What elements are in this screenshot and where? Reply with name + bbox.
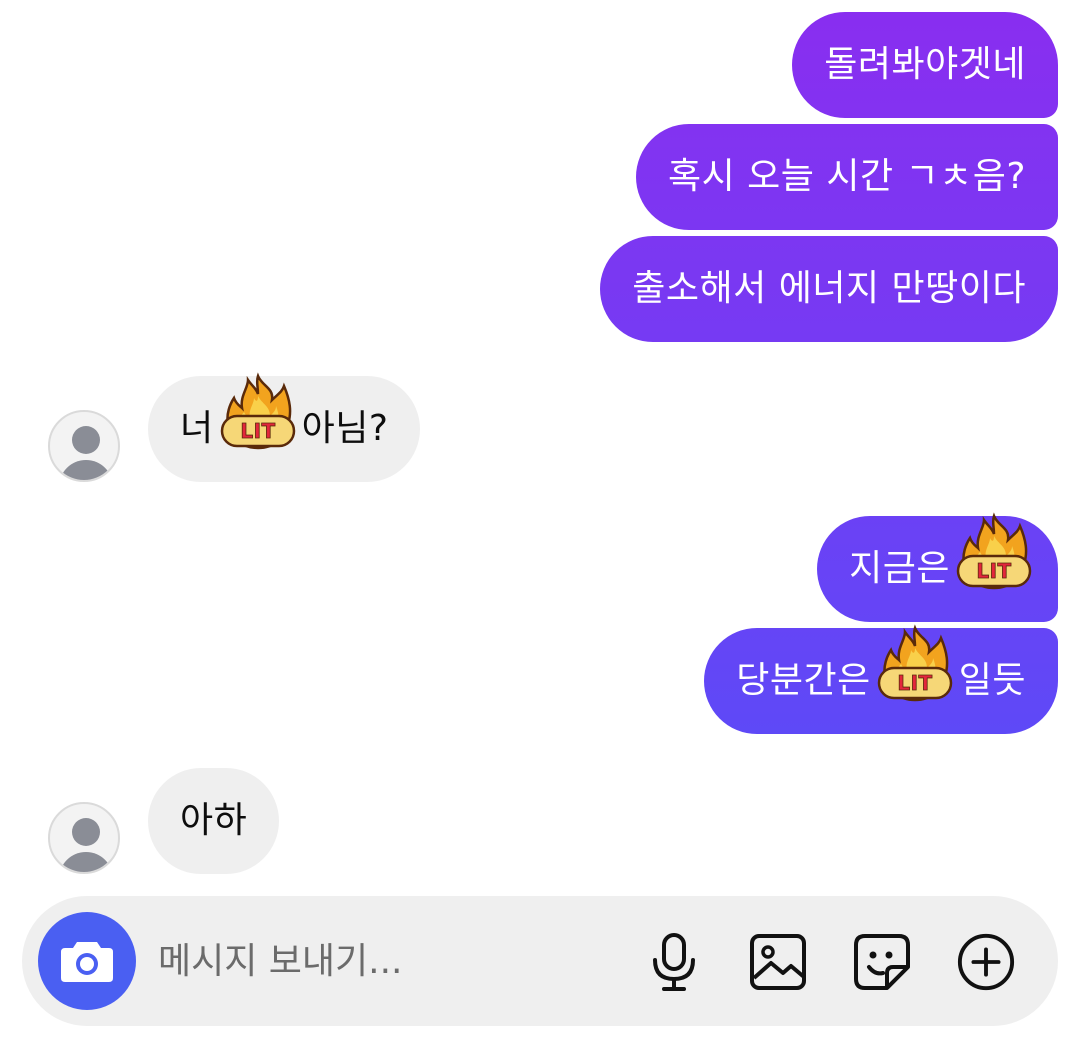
sticker-button[interactable] <box>852 932 912 992</box>
outgoing-message[interactable]: 당분간은 LIT 일듯 <box>704 624 1058 734</box>
camera-icon <box>61 942 113 982</box>
message-text: 아님? <box>301 408 389 449</box>
chat-thread: 돌려봐야겟네 혹시 오늘 시간 ㄱㅊ음? 출소해서 에너지 만땅이다 너 LIT… <box>0 0 1080 1047</box>
message-text: 출소해서 에너지 만땅이다 <box>632 268 1026 309</box>
gallery-button[interactable] <box>748 932 808 992</box>
outgoing-message[interactable]: 혹시 오늘 시간 ㄱㅊ음? <box>635 124 1058 230</box>
svg-text:LIT: LIT <box>897 671 932 695</box>
avatar-body <box>59 460 113 480</box>
voice-message-button[interactable] <box>644 932 704 992</box>
add-icon <box>957 933 1015 991</box>
microphone-icon <box>653 933 695 991</box>
gallery-icon <box>750 934 806 990</box>
incoming-message[interactable]: 너 LIT 아님? <box>148 372 421 482</box>
incoming-message[interactable]: 아하 <box>148 768 280 874</box>
svg-text:LIT: LIT <box>976 559 1011 583</box>
lit-fire-svg: LIT <box>220 372 295 450</box>
avatar-head <box>72 426 100 454</box>
message-text: 혹시 오늘 시간 ㄱㅊ음? <box>667 156 1026 197</box>
more-options-button[interactable] <box>956 932 1016 992</box>
lit-fire-sticker-icon: LIT <box>216 372 300 456</box>
lit-fire-svg: LIT <box>956 512 1032 590</box>
outgoing-message[interactable]: 지금은 LIT <box>817 512 1058 622</box>
lit-fire-sticker-icon: LIT <box>873 624 957 708</box>
avatar[interactable] <box>48 410 120 482</box>
avatar[interactable] <box>48 802 120 874</box>
avatar-body <box>59 852 113 872</box>
message-text: 일듯 <box>958 660 1026 701</box>
lit-fire-sticker-icon: LIT <box>952 512 1036 596</box>
message-input[interactable] <box>158 936 598 986</box>
outgoing-message[interactable]: 출소해서 에너지 만땅이다 <box>600 236 1058 342</box>
sticker-icon <box>854 934 910 990</box>
message-composer <box>22 896 1058 1026</box>
lit-fire-svg: LIT <box>877 624 952 702</box>
message-text: 돌려봐야겟네 <box>824 44 1026 85</box>
avatar-head <box>72 818 100 846</box>
message-text: 너 <box>180 408 214 449</box>
camera-button[interactable] <box>38 912 136 1010</box>
message-text: 아하 <box>180 800 248 841</box>
message-text: 지금은 <box>849 548 950 589</box>
outgoing-message[interactable]: 돌려봐야겟네 <box>792 12 1058 118</box>
svg-text:LIT: LIT <box>240 419 275 443</box>
message-text: 당분간은 <box>736 660 871 701</box>
